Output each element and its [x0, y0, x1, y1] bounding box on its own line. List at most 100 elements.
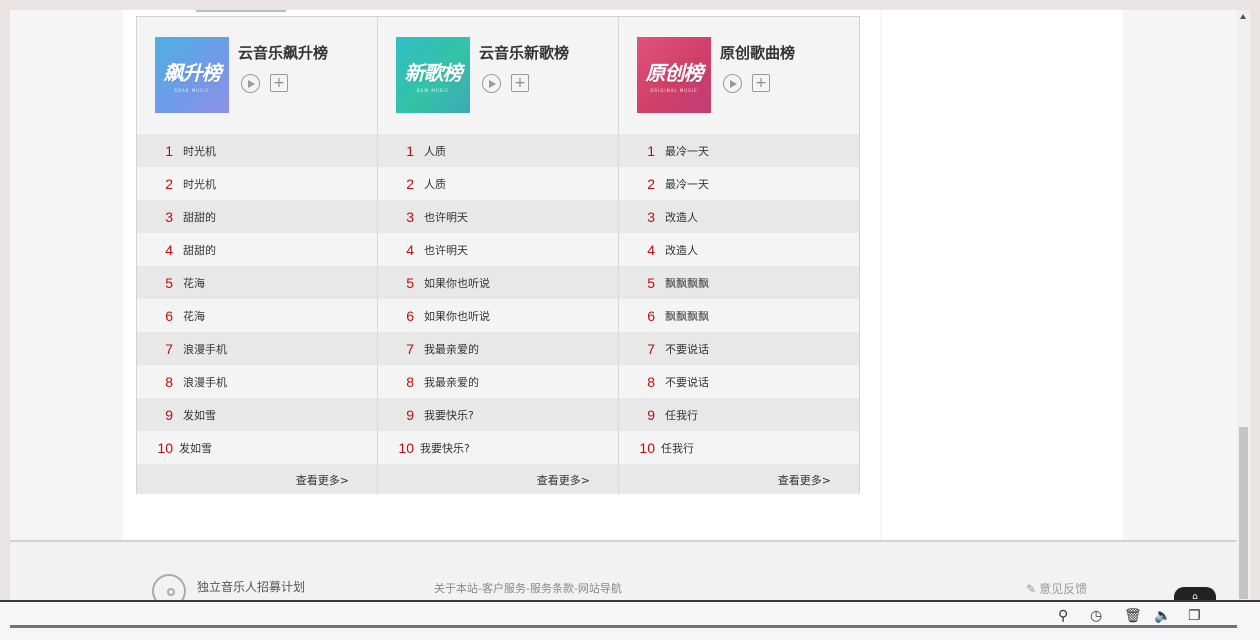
song-row[interactable]: 1 人质	[378, 134, 618, 167]
song-title[interactable]: 最冷一天	[665, 143, 709, 159]
song-row[interactable]: 10 任我行	[619, 431, 859, 464]
song-title[interactable]: 改造人	[665, 209, 698, 225]
song-title[interactable]: 如果你也听说	[424, 308, 490, 324]
rank-number: 6	[406, 307, 414, 324]
song-row[interactable]: 7 不要说话	[619, 332, 859, 365]
back-to-top-button[interactable]: ⌂	[1174, 587, 1216, 600]
song-title[interactable]: 飘飘飘飘	[665, 275, 709, 291]
rank-number: 8	[165, 373, 173, 390]
music-recruit-icon[interactable]	[152, 574, 186, 600]
song-row[interactable]: 5 如果你也听说	[378, 266, 618, 299]
song-row[interactable]: 7 浪漫手机	[137, 332, 377, 365]
board-header: 新歌榜 NEW MUSIC 云音乐新歌榜 +	[378, 17, 618, 134]
song-title[interactable]: 我要快乐?	[424, 407, 474, 423]
add-icon[interactable]: +	[752, 74, 770, 92]
song-row[interactable]: 10 发如雪	[137, 431, 377, 464]
song-title[interactable]: 如果你也听说	[424, 275, 490, 291]
song-title[interactable]: 人质	[424, 176, 446, 192]
play-icon[interactable]	[723, 74, 742, 93]
footer-links[interactable]: 关于本站-客户服务-服务条款-网站导航	[434, 580, 622, 596]
song-row[interactable]: 8 不要说话	[619, 365, 859, 398]
song-title[interactable]: 不要说话	[665, 341, 709, 357]
pen-icon: ✎	[1026, 582, 1037, 596]
song-title[interactable]: 我最亲爱的	[424, 341, 479, 357]
song-row[interactable]: 8 我最亲爱的	[378, 365, 618, 398]
song-row[interactable]: 1 最冷一天	[619, 134, 859, 167]
song-title[interactable]: 时光机	[183, 143, 216, 159]
song-title[interactable]: 发如雪	[183, 407, 216, 423]
rank-number: 4	[165, 241, 173, 258]
rank-number: 2	[406, 175, 414, 192]
song-row[interactable]: 5 花海	[137, 266, 377, 299]
song-title[interactable]: 任我行	[665, 407, 698, 423]
song-title[interactable]: 花海	[183, 308, 205, 324]
scroll-thumb[interactable]	[1239, 427, 1248, 599]
clock-icon[interactable]: ◷	[1090, 608, 1102, 624]
vertical-scrollbar[interactable]	[1237, 10, 1250, 600]
rank-number: 9	[165, 406, 173, 423]
song-title[interactable]: 甜甜的	[183, 209, 216, 225]
board-cover[interactable]: 原创榜 ORIGINAL MUSIC	[637, 37, 711, 113]
song-row[interactable]: 7 我最亲爱的	[378, 332, 618, 365]
more-row: 查看更多>	[378, 464, 618, 494]
song-row[interactable]: 9 我要快乐?	[378, 398, 618, 431]
view-more-link[interactable]: 查看更多>	[778, 472, 831, 488]
song-row[interactable]: 1 时光机	[137, 134, 377, 167]
song-title[interactable]: 任我行	[661, 440, 694, 456]
bottom-toolbar: ⚲ ◷ 🗑 🔈 ❐	[0, 600, 1260, 640]
view-more-link[interactable]: 查看更多>	[296, 472, 349, 488]
view-more-link[interactable]: 查看更多>	[537, 472, 590, 488]
play-icon[interactable]	[482, 74, 501, 93]
song-row[interactable]: 2 人质	[378, 167, 618, 200]
song-title[interactable]: 也许明天	[424, 209, 468, 225]
song-row[interactable]: 4 也许明天	[378, 233, 618, 266]
taskbar-edge	[10, 625, 1237, 628]
recruit-link[interactable]: 独立音乐人招募计划	[197, 578, 305, 595]
song-row[interactable]: 5 飘飘飘飘	[619, 266, 859, 299]
song-row[interactable]: 2 时光机	[137, 167, 377, 200]
board-cover[interactable]: 新歌榜 NEW MUSIC	[396, 37, 470, 113]
song-title[interactable]: 时光机	[183, 176, 216, 192]
feedback-link[interactable]: ✎ 意见反馈	[1026, 580, 1087, 597]
song-row[interactable]: 4 甜甜的	[137, 233, 377, 266]
board-cover[interactable]: 飙升榜 SOAR MUSIC	[155, 37, 229, 113]
song-title[interactable]: 浪漫手机	[183, 341, 227, 357]
song-title[interactable]: 我最亲爱的	[424, 374, 479, 390]
song-row[interactable]: 9 任我行	[619, 398, 859, 431]
add-icon[interactable]: +	[511, 74, 529, 92]
play-icon[interactable]	[241, 74, 260, 93]
song-row[interactable]: 6 飘飘飘飘	[619, 299, 859, 332]
board-title[interactable]: 原创歌曲榜	[720, 42, 795, 63]
song-title[interactable]: 改造人	[665, 242, 698, 258]
rank-number: 10	[639, 439, 655, 456]
trash-icon[interactable]: 🗑	[1124, 608, 1142, 624]
board-title[interactable]: 云音乐新歌榜	[479, 42, 569, 63]
song-row[interactable]: 6 如果你也听说	[378, 299, 618, 332]
song-title[interactable]: 浪漫手机	[183, 374, 227, 390]
add-icon[interactable]: +	[270, 74, 288, 92]
song-title[interactable]: 最冷一天	[665, 176, 709, 192]
song-row[interactable]: 2 最冷一天	[619, 167, 859, 200]
song-title[interactable]: 不要说话	[665, 374, 709, 390]
song-row[interactable]: 9 发如雪	[137, 398, 377, 431]
song-title[interactable]: 发如雪	[179, 440, 212, 456]
volume-icon[interactable]: 🔈	[1154, 608, 1171, 624]
song-row[interactable]: 6 花海	[137, 299, 377, 332]
song-title[interactable]: 我要快乐?	[420, 440, 470, 456]
song-title[interactable]: 花海	[183, 275, 205, 291]
song-title[interactable]: 也许明天	[424, 242, 468, 258]
song-title[interactable]: 人质	[424, 143, 446, 159]
song-row[interactable]: 3 甜甜的	[137, 200, 377, 233]
song-row[interactable]: 3 也许明天	[378, 200, 618, 233]
song-title[interactable]: 甜甜的	[183, 242, 216, 258]
song-row[interactable]: 8 浪漫手机	[137, 365, 377, 398]
rank-number: 5	[165, 274, 173, 291]
song-row[interactable]: 10 我要快乐?	[378, 431, 618, 464]
song-row[interactable]: 4 改造人	[619, 233, 859, 266]
song-row[interactable]: 3 改造人	[619, 200, 859, 233]
song-title[interactable]: 飘飘飘飘	[665, 308, 709, 324]
window-icon[interactable]: ❐	[1188, 608, 1201, 624]
pin-icon[interactable]: ⚲	[1058, 608, 1068, 624]
scroll-up-arrow[interactable]	[1240, 14, 1246, 19]
board-title[interactable]: 云音乐飙升榜	[238, 42, 328, 63]
